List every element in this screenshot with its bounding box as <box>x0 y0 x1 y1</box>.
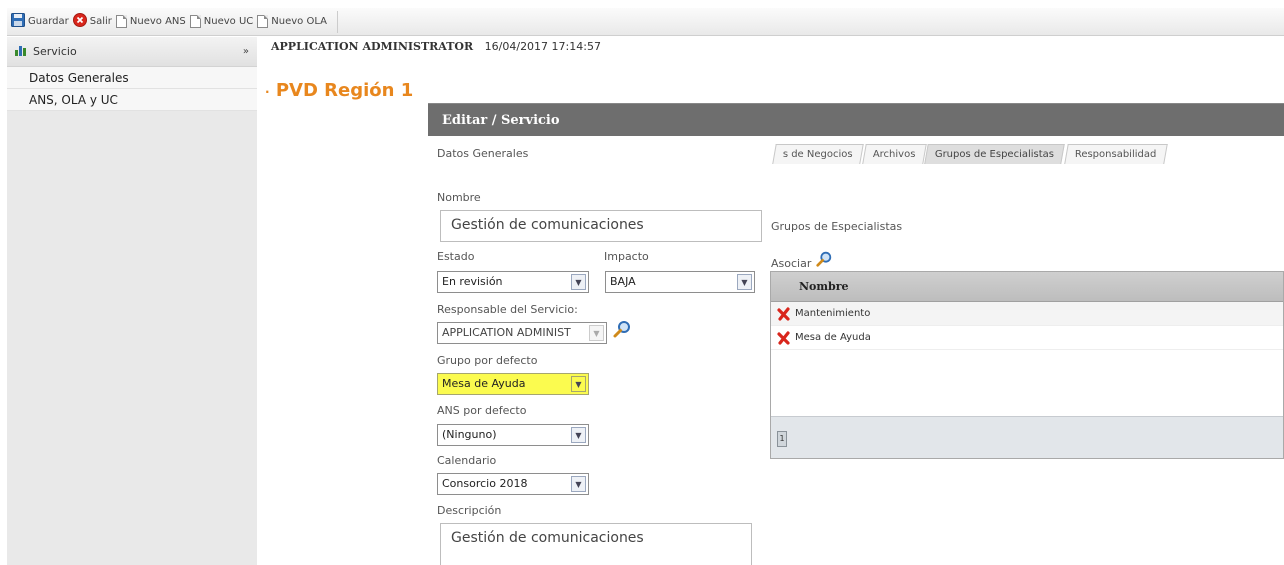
estado-select[interactable]: En revisión ▼ <box>437 271 589 293</box>
new-uc-button[interactable]: Nuevo UC <box>189 15 254 28</box>
collapse-icon[interactable]: » <box>243 46 249 57</box>
tab-responsabilidad-label: Responsabilidad <box>1074 149 1156 160</box>
pager: 1 <box>771 416 1283 458</box>
new-document-icon <box>115 15 127 28</box>
table-row[interactable]: Mesa de Ayuda <box>771 326 1283 350</box>
groups-title: Grupos de Especialistas <box>771 220 903 233</box>
grupo-select[interactable]: Mesa de Ayuda ▼ <box>437 373 589 395</box>
new-document-icon <box>257 15 269 28</box>
estado-label: Estado <box>437 250 475 263</box>
table-row[interactable]: Mantenimiento <box>771 302 1283 326</box>
column-header-nombre[interactable]: Nombre <box>771 272 1283 302</box>
tab-negocios[interactable]: s de Negocios <box>772 144 864 164</box>
groups-grid: Nombre Mantenimiento Mesa de Ayuda 1 <box>770 271 1284 459</box>
sidebar-items: Datos Generales ANS, OLA y UC <box>7 67 257 111</box>
search-icon[interactable] <box>612 319 632 339</box>
tab-grupos-label: Grupos de Especialistas <box>935 149 1055 160</box>
page-title-text: PVD Región 1 <box>275 80 414 101</box>
chevron-down-icon[interactable]: ▼ <box>571 427 586 443</box>
service-chart-icon <box>15 44 29 59</box>
delete-icon[interactable] <box>777 306 791 321</box>
responsable-value: APPLICATION ADMINIST <box>442 326 571 339</box>
section-title: Datos Generales <box>437 147 529 160</box>
descripcion-field[interactable]: Gestión de comunicaciones <box>440 523 752 565</box>
chevron-down-icon[interactable]: ▼ <box>571 476 586 492</box>
impacto-select[interactable]: BAJA ▼ <box>605 271 755 293</box>
impacto-label: Impacto <box>604 250 649 263</box>
tab-responsabilidad[interactable]: Responsabilidad <box>1063 144 1167 164</box>
row-name: Mantenimiento <box>795 308 871 319</box>
new-ola-button[interactable]: Nuevo OLA <box>257 15 327 28</box>
toolbar-separator <box>336 10 338 33</box>
ans-label: ANS por defecto <box>437 404 527 417</box>
exit-button[interactable]: Salir <box>72 13 112 30</box>
descripcion-label: Descripción <box>437 504 502 517</box>
chevron-down-icon[interactable]: ▼ <box>571 376 586 392</box>
calendario-label: Calendario <box>437 454 497 467</box>
asociar-link[interactable]: Asociar <box>771 251 833 271</box>
row-name: Mesa de Ayuda <box>795 332 871 343</box>
edit-service-panel: Editar / Servicio Datos Generales s de N… <box>428 103 1284 565</box>
timestamp: 16/04/2017 17:14:57 <box>484 40 601 53</box>
new-ola-label: Nuevo OLA <box>271 16 327 27</box>
chevron-down-icon[interactable]: ▼ <box>737 274 752 290</box>
sidebar-item-datos-generales[interactable]: Datos Generales <box>7 67 257 89</box>
asociar-label: Asociar <box>771 257 812 270</box>
chevron-down-icon[interactable]: ▼ <box>589 325 604 341</box>
new-ans-label: Nuevo ANS <box>129 16 186 27</box>
tab-archivos-label: Archivos <box>872 149 916 160</box>
exit-label: Salir <box>89 16 112 27</box>
grupo-value: Mesa de Ayuda <box>442 377 526 390</box>
new-document-icon <box>189 15 201 28</box>
tab-strip: s de Negocios Archivos Grupos de Especia… <box>772 144 1167 164</box>
user-name: APPLICATION ADMINISTRATOR <box>271 40 474 53</box>
sidebar-item-ans-ola-uc[interactable]: ANS, OLA y UC <box>7 89 257 111</box>
calendario-select[interactable]: Consorcio 2018 ▼ <box>437 473 589 495</box>
responsable-label: Responsable del Servicio: <box>437 303 578 316</box>
user-line: APPLICATION ADMINISTRATOR 16/04/2017 17:… <box>271 40 601 53</box>
grupo-label: Grupo por defecto <box>437 354 538 367</box>
new-ans-button[interactable]: Nuevo ANS <box>115 15 186 28</box>
new-uc-label: Nuevo UC <box>203 16 254 27</box>
sidebar: Servicio » Datos Generales ANS, OLA y UC <box>7 37 257 565</box>
panel-header: Editar / Servicio <box>428 103 1284 136</box>
delete-icon[interactable] <box>777 330 791 345</box>
tab-grupos-especialistas[interactable]: Grupos de Especialistas <box>924 144 1066 164</box>
close-circle-icon <box>72 13 87 30</box>
calendario-value: Consorcio 2018 <box>442 477 528 490</box>
nombre-label: Nombre <box>437 191 481 204</box>
responsable-select[interactable]: APPLICATION ADMINIST ▼ <box>437 322 607 344</box>
sidebar-header[interactable]: Servicio » <box>7 37 257 67</box>
impacto-value: BAJA <box>610 275 636 288</box>
ans-select[interactable]: (Ninguno) ▼ <box>437 424 589 446</box>
search-icon[interactable] <box>815 250 833 271</box>
tab-negocios-label: s de Negocios <box>782 149 853 160</box>
save-button[interactable]: Guardar <box>11 13 69 30</box>
page-title: · PVD Región 1 <box>265 80 414 101</box>
floppy-disk-icon <box>11 13 25 30</box>
sidebar-title: Servicio <box>33 45 77 58</box>
nombre-field[interactable]: Gestión de comunicaciones <box>440 210 762 242</box>
tab-archivos[interactable]: Archivos <box>862 144 927 164</box>
estado-value: En revisión <box>442 275 503 288</box>
toolbar: Guardar Salir Nuevo ANS Nuevo UC Nuevo O… <box>7 8 1284 36</box>
chevron-down-icon[interactable]: ▼ <box>571 274 586 290</box>
save-label: Guardar <box>28 16 69 27</box>
ans-value: (Ninguno) <box>442 428 497 441</box>
page-button[interactable]: 1 <box>777 431 787 447</box>
